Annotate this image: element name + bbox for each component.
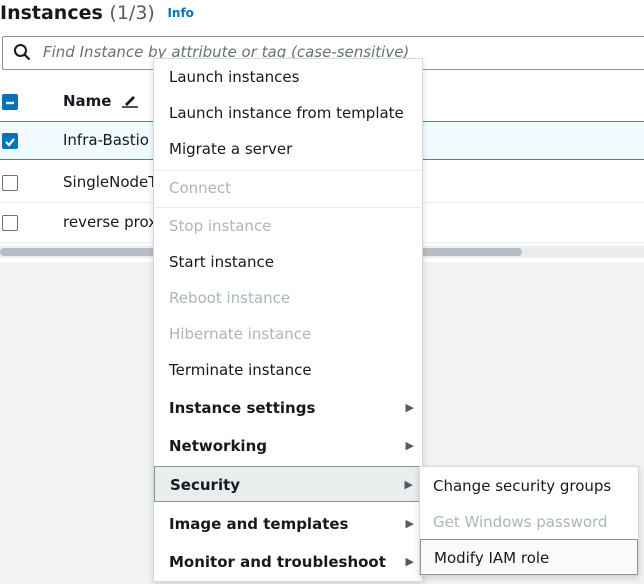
menu-item-start-instance[interactable]: Start instance [154, 244, 422, 280]
menu-item-instance-settings[interactable]: Instance settings ▶ [154, 390, 422, 426]
select-all-checkbox[interactable] [2, 94, 18, 110]
menu-item-reboot-instance: Reboot instance [169, 289, 291, 307]
menu-item-security[interactable]: Security ▶ [154, 466, 422, 502]
instance-name[interactable]: SingleNodeT [63, 173, 157, 191]
column-name-label: Name [63, 92, 112, 110]
caret-right-icon: ▶ [405, 401, 414, 414]
search-icon [14, 44, 31, 61]
menu-item-migrate-server[interactable]: Migrate a server [154, 131, 422, 167]
menu-item-launch-instances[interactable]: Launch instances [154, 59, 422, 95]
submenu-item-modify-iam-role[interactable]: Modify IAM role [420, 539, 638, 575]
page-title: Instances (1/3) Info [0, 2, 194, 24]
menu-group-label: Security [170, 476, 241, 494]
menu-item-launch-from-template[interactable]: Launch instance from template [154, 95, 422, 131]
submenu-item-get-windows-password: Get Windows password [433, 513, 608, 531]
info-link[interactable]: Info [167, 6, 193, 20]
column-header-name[interactable]: Name [63, 92, 139, 110]
selection-count: (1/3) [109, 2, 155, 24]
row-checkbox[interactable] [2, 215, 18, 231]
title-text: Instances [0, 2, 103, 24]
menu-item-image-and-templates[interactable]: Image and templates ▶ [154, 506, 422, 542]
actions-menu: Launch instances Launch instance from te… [153, 58, 423, 582]
menu-group-label: Networking [169, 437, 267, 455]
menu-item-hibernate-instance: Hibernate instance [169, 325, 312, 343]
security-submenu: Change security groups Get Windows passw… [419, 466, 639, 576]
instance-name[interactable]: Infra-Bastio [63, 131, 149, 149]
edit-pencil-icon [121, 96, 138, 108]
caret-right-icon: ▶ [404, 478, 413, 491]
row-checkbox[interactable] [2, 175, 18, 191]
instance-name[interactable]: reverse prox [63, 213, 157, 231]
menu-item-connect: Connect [169, 179, 232, 197]
menu-group-label: Image and templates [169, 515, 349, 533]
menu-group-label: Monitor and troubleshoot [169, 553, 386, 571]
menu-item-terminate-instance[interactable]: Terminate instance [154, 352, 422, 388]
caret-right-icon: ▶ [405, 555, 414, 568]
menu-item-stop-instance: Stop instance [169, 217, 272, 235]
caret-right-icon: ▶ [405, 517, 414, 530]
check-icon [5, 138, 15, 147]
submenu-item-change-security-groups[interactable]: Change security groups [420, 468, 638, 504]
row-checkbox[interactable] [2, 133, 18, 149]
menu-group-label: Instance settings [169, 399, 316, 417]
indeterminate-icon [6, 101, 14, 105]
caret-right-icon: ▶ [405, 439, 414, 452]
menu-item-networking[interactable]: Networking ▶ [154, 428, 422, 464]
menu-item-monitor-and-troubleshoot[interactable]: Monitor and troubleshoot ▶ [154, 544, 422, 580]
